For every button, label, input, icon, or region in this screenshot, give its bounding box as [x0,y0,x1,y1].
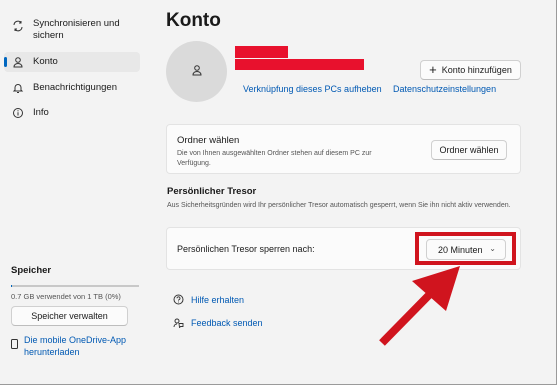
plus-icon: + [429,62,437,77]
unlink-pc-link[interactable]: Verknüpfung dieses PCs aufheben [243,84,382,94]
get-help-label: Hilfe erhalten [191,294,245,305]
redacted-account-email [235,59,364,70]
sidebar-item-label: Benachrichtigungen [33,82,117,93]
choose-folders-button[interactable]: Ordner wählen [431,140,507,160]
redacted-account-name [235,46,288,58]
help-icon [173,294,185,305]
mobile-app-link[interactable]: Die mobile OneDrive-App herunterladen [11,334,134,358]
feedback-icon [173,317,185,328]
get-help-link[interactable]: Hilfe erhalten [173,294,244,305]
info-icon [10,105,26,121]
storage-bar-fill [11,285,12,287]
add-account-button[interactable]: + Konto hinzufügen [420,60,521,80]
person-icon [10,54,26,70]
sidebar-item-konto[interactable]: Konto [4,52,140,72]
sidebar: Synchronisieren und sichern Konto Benach… [0,0,148,385]
storage-title: Speicher [11,265,52,276]
vault-section-description: Aus Sicherheitsgründen wird Ihr persönli… [167,202,511,209]
mobile-app-link-label: Die mobile OneDrive-App herunterladen [24,335,127,357]
add-account-label: Konto hinzufügen [441,65,512,75]
send-feedback-link[interactable]: Feedback senden [173,317,263,328]
onedrive-settings-window: Synchronisieren und sichern Konto Benach… [0,0,557,385]
vault-lock-value: 20 Minuten [438,244,483,255]
send-feedback-label: Feedback senden [191,317,263,328]
sidebar-item-label: Info [33,107,49,118]
sidebar-item-label: Konto [33,56,58,67]
choose-folders-card: Ordner wählen Die von Ihnen ausgewählten… [166,124,521,174]
vault-lock-dropdown[interactable]: 20 Minuten ⌄ [426,239,506,260]
storage-usage-text: 0.7 GB verwendet von 1 TB (0%) [11,292,121,301]
phone-icon [11,339,21,358]
vault-section-title: Persönlicher Tresor [167,186,257,197]
avatar [166,41,227,102]
vault-lock-label: Persönlichen Tresor sperren nach: [177,244,315,254]
sidebar-item-info[interactable]: Info [4,103,140,123]
page-title: Konto [166,10,221,31]
person-icon [191,63,203,81]
manage-storage-button[interactable]: Speicher verwalten [11,306,128,326]
storage-bar [11,285,139,287]
chevron-down-icon: ⌄ [489,244,496,253]
privacy-settings-link[interactable]: Datenschutzeinstellungen [393,84,496,94]
choose-folders-title: Ordner wählen [177,135,240,146]
sidebar-item-sync[interactable]: Synchronisieren und sichern [4,17,140,47]
sidebar-item-notifications[interactable]: Benachrichtigungen [4,78,140,98]
bell-icon [10,80,26,96]
choose-folders-description: Die von Ihnen ausgewählten Ordner stehen… [177,150,372,167]
sync-icon [10,18,26,34]
sidebar-item-label: Synchronisieren und sichern [33,18,120,41]
